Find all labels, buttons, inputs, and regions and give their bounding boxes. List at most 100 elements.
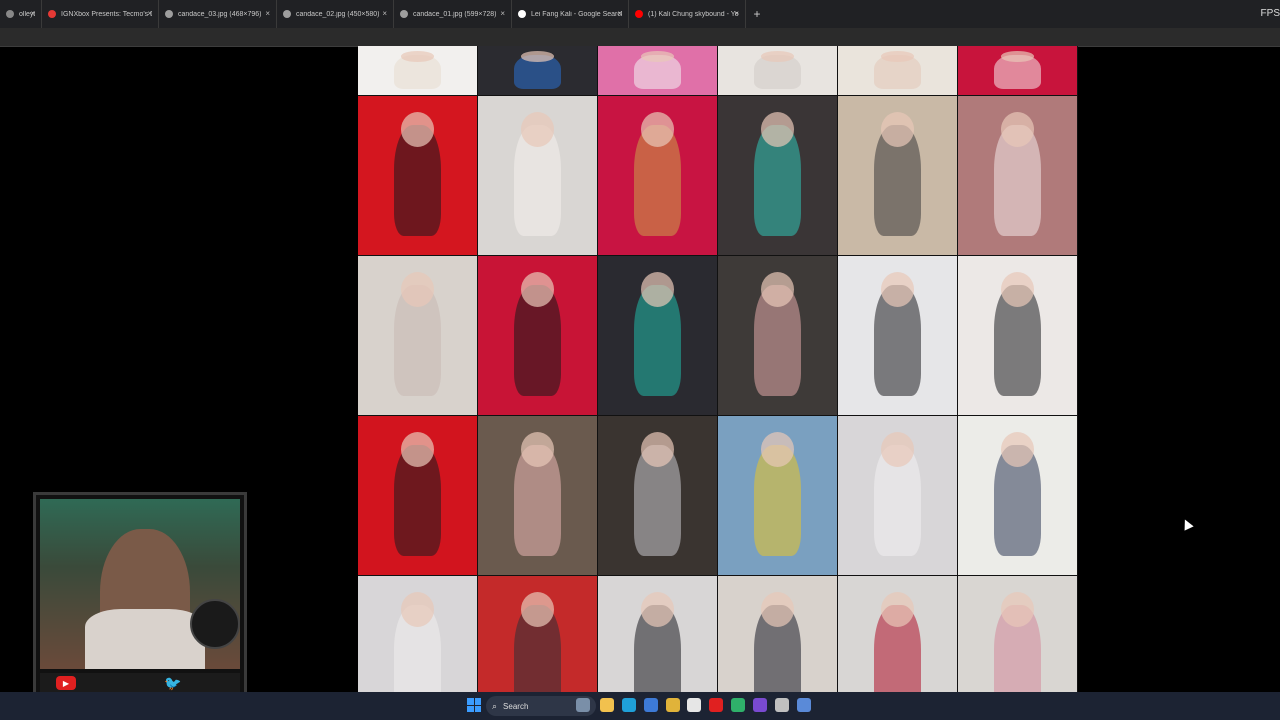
browser-tab[interactable]: candace_01.jpg (599×728) ×	[394, 0, 512, 28]
gallery-image[interactable]	[478, 256, 597, 415]
chrome-icon[interactable]	[666, 698, 680, 712]
new-tab-button[interactable]: +	[746, 0, 768, 28]
app-icon-1[interactable]	[731, 698, 745, 712]
gallery-image[interactable]	[838, 46, 957, 95]
microphone	[190, 599, 240, 649]
taskbar: ⌕ Search	[0, 692, 1280, 720]
youtube-app-icon[interactable]	[709, 698, 723, 712]
gallery-image[interactable]	[718, 256, 837, 415]
gallery-image[interactable]	[838, 576, 957, 692]
close-tab-icon[interactable]: ×	[617, 9, 622, 18]
tab-label: IGNXbox Presents: Tecmo's De	[61, 10, 152, 18]
gallery-image[interactable]	[478, 416, 597, 575]
browser-tab[interactable]: candace_03.jpg (468×796) ×	[159, 0, 277, 28]
image-subject-head	[760, 111, 795, 147]
tab-favicon-icon	[400, 10, 408, 18]
gallery-image[interactable]	[358, 576, 477, 692]
image-subject-head	[880, 50, 915, 62]
image-subject-head	[880, 111, 915, 147]
image-subject-head	[1000, 431, 1035, 467]
image-subject-head	[640, 50, 675, 62]
store-icon[interactable]	[687, 698, 701, 712]
gallery-image[interactable]	[958, 256, 1077, 415]
tab-favicon-icon	[518, 10, 526, 18]
close-tab-icon[interactable]: ×	[382, 9, 387, 18]
image-gallery	[358, 46, 1078, 692]
gallery-image[interactable]	[478, 576, 597, 692]
close-tab-icon[interactable]: ×	[147, 9, 152, 18]
image-subject-head	[520, 431, 555, 467]
image-subject-head	[400, 591, 435, 627]
tab-favicon-icon	[48, 10, 56, 18]
image-subject-head	[520, 591, 555, 627]
gallery-image[interactable]	[838, 416, 957, 575]
close-tab-icon[interactable]: ×	[500, 9, 505, 18]
gallery-image[interactable]	[718, 416, 837, 575]
tab-label: (1) Kali Chung skybound - You	[648, 10, 739, 18]
tab-favicon-icon	[165, 10, 173, 18]
browser-tab[interactable]: IGNXbox Presents: Tecmo's De ×	[42, 0, 159, 28]
gallery-image[interactable]	[718, 46, 837, 95]
gallery-image[interactable]	[958, 46, 1077, 95]
gallery-image[interactable]	[598, 256, 717, 415]
webcam-overlay: ▶ 🐦	[33, 492, 247, 696]
close-tab-icon[interactable]: ×	[734, 9, 739, 18]
close-tab-icon[interactable]: ×	[30, 9, 35, 18]
image-subject-head	[880, 271, 915, 307]
app-icon-3[interactable]	[775, 698, 789, 712]
image-subject-head	[640, 591, 675, 627]
gallery-image[interactable]	[598, 46, 717, 95]
image-subject-head	[400, 50, 435, 62]
gallery-image[interactable]	[358, 96, 477, 255]
gallery-image[interactable]	[598, 96, 717, 255]
image-subject-head	[1000, 111, 1035, 147]
gallery-image[interactable]	[718, 96, 837, 255]
tab-favicon-icon	[283, 10, 291, 18]
youtube-icon: ▶	[56, 676, 76, 690]
start-button[interactable]	[467, 698, 481, 712]
gallery-image[interactable]	[598, 576, 717, 692]
search-icon: ⌕	[492, 700, 498, 711]
gallery-image[interactable]	[358, 416, 477, 575]
image-subject-head	[760, 271, 795, 307]
image-subject-head	[880, 591, 915, 627]
close-tab-icon[interactable]: ×	[265, 9, 270, 18]
app-icon-2[interactable]	[753, 698, 767, 712]
gallery-image[interactable]	[838, 256, 957, 415]
browser-tab[interactable]: olleyball×	[0, 0, 42, 28]
twitter-icon: 🐦	[164, 674, 182, 691]
gallery-image[interactable]	[598, 416, 717, 575]
gallery-image[interactable]	[958, 96, 1077, 255]
gallery-image[interactable]	[358, 256, 477, 415]
webcam-feed	[40, 499, 240, 669]
browser-tab[interactable]: candace_02.jpg (450×580) ×	[277, 0, 394, 28]
mail-icon[interactable]	[644, 698, 658, 712]
gallery-image[interactable]	[358, 46, 477, 95]
browser-tab[interactable]: Lei Fang Kali - Google Search ×	[512, 0, 629, 28]
gallery-image[interactable]	[478, 46, 597, 95]
browser-tab[interactable]: (1) Kali Chung skybound - You ×	[629, 0, 746, 28]
image-subject-head	[760, 591, 795, 627]
image-subject-head	[760, 50, 795, 62]
gallery-image[interactable]	[958, 576, 1077, 692]
fps-overlay: FPS	[1260, 8, 1280, 19]
mouse-cursor	[1180, 517, 1194, 531]
gallery-image[interactable]	[478, 96, 597, 255]
search-label: Search	[503, 701, 529, 711]
image-subject-head	[1000, 591, 1035, 627]
gallery-image[interactable]	[838, 96, 957, 255]
edge-icon[interactable]	[622, 698, 636, 712]
tab-label: candace_01.jpg (599×728)	[413, 10, 497, 18]
streamer-shirt	[85, 609, 205, 669]
file-explorer-icon[interactable]	[600, 698, 614, 712]
gallery-image[interactable]	[718, 576, 837, 692]
image-subject-head	[400, 431, 435, 467]
widgets-icon[interactable]	[576, 698, 590, 712]
image-subject-head	[520, 50, 555, 62]
image-subject-head	[640, 271, 675, 307]
app-icon-4[interactable]	[797, 698, 811, 712]
gallery-image[interactable]	[958, 416, 1077, 575]
image-subject-head	[400, 111, 435, 147]
browser-toolbar	[0, 28, 1280, 47]
image-subject-head	[520, 111, 555, 147]
